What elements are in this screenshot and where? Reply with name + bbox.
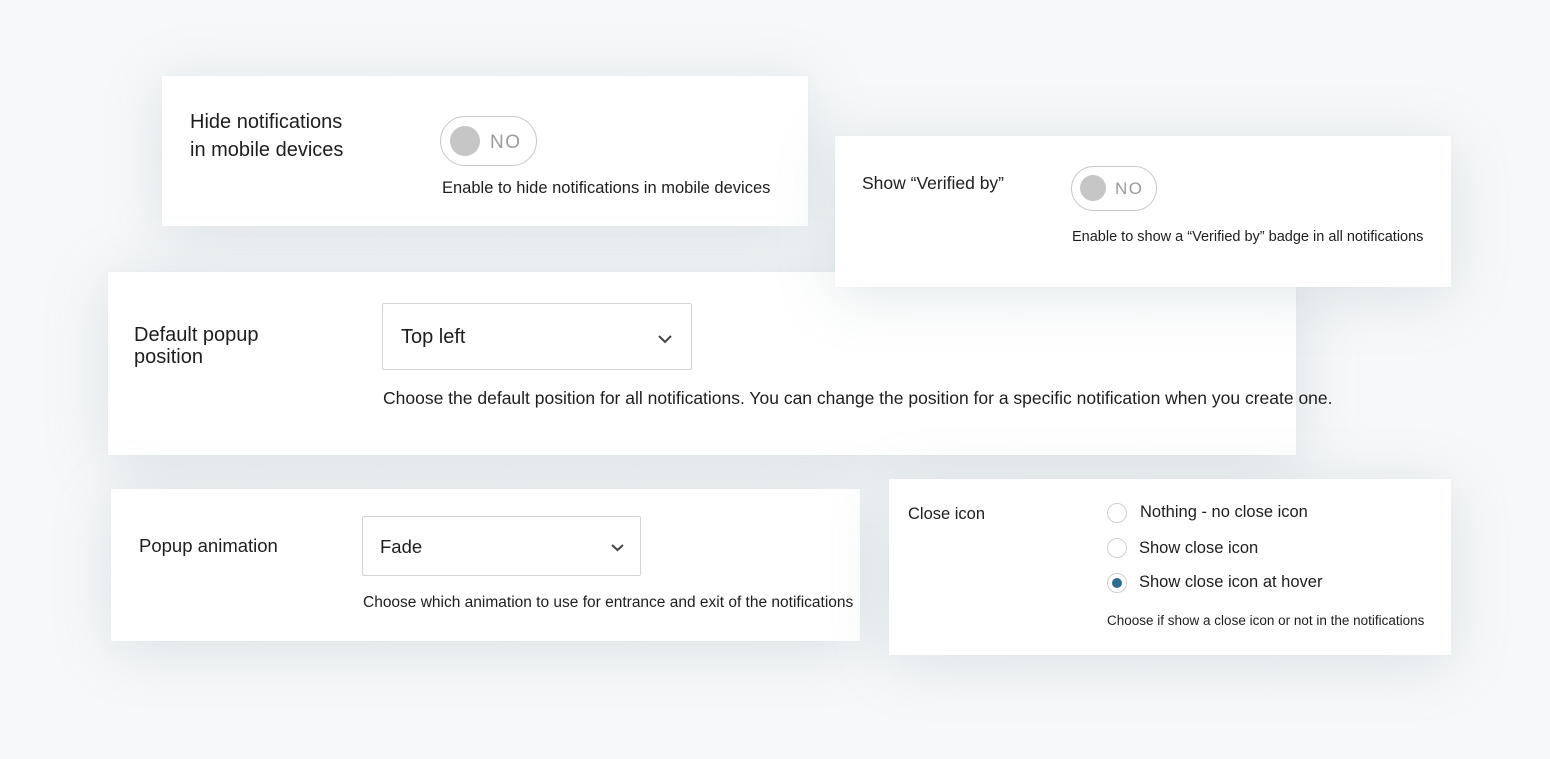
verified-by-help: Enable to show a “Verified by” badge in …	[1072, 229, 1424, 245]
radio-button[interactable]	[1107, 503, 1127, 523]
radio-label: Nothing - no close icon	[1140, 503, 1308, 521]
hide-mobile-label-line1: Hide notifications	[190, 111, 343, 133]
verified-by-label: Show “Verified by”	[862, 173, 1005, 193]
hide-mobile-label: Hide notifications in mobile devices	[190, 108, 343, 164]
hide-mobile-help: Enable to hide notifications in mobile d…	[442, 179, 771, 197]
close-icon-help: Choose if show a close icon or not in th…	[1107, 613, 1425, 628]
chevron-down-icon	[611, 544, 624, 552]
popup-position-help: Choose the default position for all noti…	[383, 388, 1333, 408]
popup-animation-selected: Fade	[380, 536, 423, 557]
hide-mobile-card: Hide notifications in mobile devices NO …	[162, 76, 808, 226]
verified-by-card: Show “Verified by” NO Enable to show a “…	[835, 136, 1451, 287]
popup-position-label-line2: position	[134, 346, 203, 368]
toggle-state-text: NO	[1115, 179, 1144, 198]
toggle-knob	[1080, 175, 1106, 201]
popup-position-select[interactable]: Top left	[382, 303, 692, 370]
popup-position-card: Default popup position Top left Choose t…	[108, 272, 1333, 455]
popup-animation-help: Choose which animation to use for entran…	[363, 594, 854, 611]
hide-mobile-label-line2: in mobile devices	[190, 139, 344, 161]
radio-button[interactable]	[1107, 573, 1127, 593]
radio-label: Show close icon at hover	[1139, 573, 1323, 591]
popup-position-label-line1: Default popup	[134, 324, 259, 346]
popup-animation-card: Popup animation Fade Choose which animat…	[111, 489, 860, 641]
toggle-state-text: NO	[490, 132, 522, 153]
radio-label: Show close icon	[1139, 539, 1259, 557]
radio-button[interactable]	[1107, 538, 1127, 558]
close-icon-label: Close icon	[908, 505, 986, 523]
popup-animation-label: Popup animation	[139, 535, 278, 556]
popup-animation-select[interactable]: Fade	[362, 516, 641, 576]
toggle-knob	[450, 126, 480, 156]
popup-position-selected: Top left	[401, 326, 466, 348]
popup-position-label: Default popup position	[134, 324, 259, 368]
verified-by-toggle[interactable]: NO	[1071, 166, 1157, 211]
hide-mobile-toggle[interactable]: NO	[440, 116, 537, 166]
close-icon-card: Close icon Nothing - no close icon Show …	[889, 479, 1451, 655]
chevron-down-icon	[658, 335, 672, 344]
